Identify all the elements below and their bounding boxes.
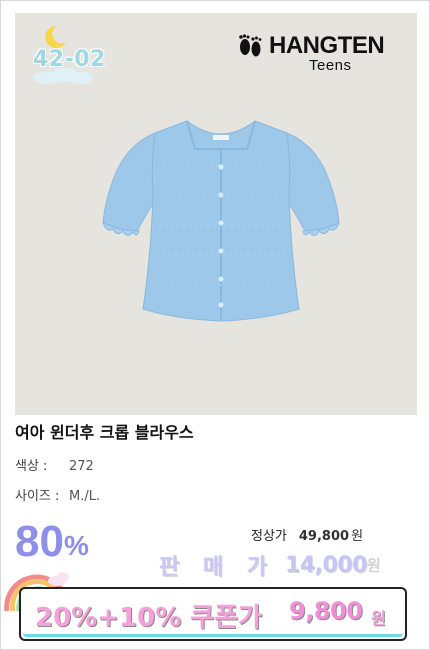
size-row: 사이즈 : M./L. bbox=[15, 485, 100, 504]
brand-name: HANGTEN bbox=[269, 32, 385, 59]
regular-price-value: 49,800 bbox=[298, 529, 350, 544]
sale-price: 판 매 가 14,000원 bbox=[159, 549, 381, 581]
coupon-label: 20%+10% 쿠폰가 bbox=[35, 603, 263, 633]
color-value: 272 bbox=[69, 459, 94, 474]
color-label: 색상 : bbox=[15, 459, 48, 474]
sale-price-currency: 원 bbox=[366, 556, 381, 575]
regular-price: 정상가 49,800 원 bbox=[251, 525, 363, 544]
sale-price-value: 14,000 bbox=[285, 552, 367, 578]
cloud-icon bbox=[33, 68, 93, 84]
footprints-icon bbox=[239, 34, 262, 57]
coupon-price-box[interactable]: 20%+10% 쿠폰가 9,800 원 bbox=[19, 587, 407, 641]
blouse-image bbox=[102, 120, 340, 322]
discount-rate: 80% bbox=[15, 516, 89, 568]
discount-unit: % bbox=[63, 530, 89, 561]
size-label: 사이즈 : bbox=[15, 489, 60, 504]
coupon-price-value: 9,800 bbox=[289, 597, 363, 625]
product-photo[interactable]: 42-02 HANGTEN Teens bbox=[15, 13, 417, 415]
product-card[interactable]: 42-02 HANGTEN Teens 여아 윈더후 크롭 블라우스 색상: … bbox=[0, 0, 430, 650]
brand-logo: HANGTEN Teens bbox=[233, 29, 405, 77]
regular-price-currency: 원 bbox=[351, 529, 364, 544]
color-row: 색상 : 272 bbox=[15, 455, 94, 474]
sale-price-label: 판 매 가 bbox=[159, 555, 276, 580]
brand-sub: Teens bbox=[309, 57, 352, 74]
size-value: M./L. bbox=[69, 489, 101, 504]
product-title[interactable]: 여아 윈더후 크롭 블라우스 bbox=[15, 419, 194, 443]
discount-value: 80 bbox=[15, 517, 64, 566]
regular-price-label: 정상가 bbox=[251, 529, 287, 544]
coupon-price-currency: 원 bbox=[371, 609, 386, 628]
